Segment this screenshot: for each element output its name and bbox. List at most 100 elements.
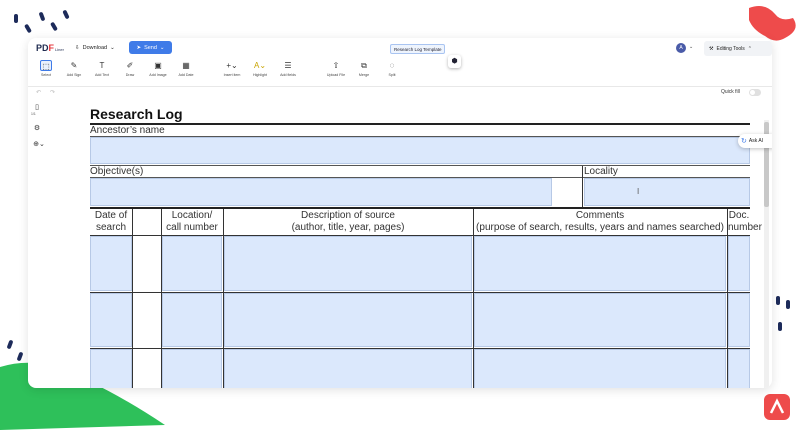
tool-merge[interactable]: ⧉ Merge [352,60,376,82]
tool-split[interactable]: ◌ Split [380,60,404,82]
draw-icon: ✐ [126,61,134,70]
tool-label: Add Image [149,73,167,77]
tool-upload-file[interactable]: ⇧ Upload File [324,60,348,82]
tool-label: Add Text [95,73,109,77]
tool-add-image[interactable]: ▣ Add Image [146,60,170,82]
send-button[interactable]: ➤ Send ⌄ [129,41,172,54]
document-title: Research Log [90,106,183,122]
logo-subtext: Liner [55,47,64,52]
divider [90,123,750,125]
image-icon: ▣ [154,61,162,70]
tool-select[interactable]: ⬚ Select [34,60,58,82]
locality-field[interactable] [584,178,750,206]
send-label: Send [144,44,157,51]
table-cell-description[interactable] [224,349,472,388]
decor-dash [6,339,14,350]
app-logo[interactable]: PDFLiner [36,43,64,53]
logo-text: PD [36,43,49,53]
editing-tools-button[interactable]: ⚒ Editing Tools ⌃ [704,41,772,56]
table-cell-description[interactable] [224,236,472,291]
tool-highlight[interactable]: A⌄ Highlight [248,60,272,82]
column-header-line: Comments [575,210,625,221]
merge-icon: ⧉ [361,61,367,70]
upload-icon: ⇧ [332,61,340,70]
assistant-icon[interactable]: ⬢ [448,55,461,68]
column-header-doc-number: Doc. number [728,210,762,234]
ai-icon: ↻ [741,138,747,145]
table-line [90,292,750,293]
table-cell-comments[interactable] [474,293,726,347]
locality-label: Locality [584,166,618,177]
download-button[interactable]: ⇩ Download ⌄ [70,41,120,54]
avatar[interactable]: A [676,43,686,53]
ask-ai-button[interactable]: ↻ Ask AI [738,134,772,148]
table-cell-location[interactable] [162,236,222,291]
table-cell-location[interactable] [162,293,222,347]
table-cell-doc-number[interactable] [728,349,750,388]
objective-field[interactable] [90,178,552,206]
page-counter: 1/1 [31,112,36,116]
column-header-line: (purpose of search, results, years and n… [476,222,724,233]
ancestor-name-field[interactable] [90,137,750,164]
zoom-icon[interactable]: ⊕⌄ [32,140,46,148]
table-line [90,235,750,236]
gear-icon[interactable]: ⚙ [32,124,42,132]
undo-icon[interactable]: ↶ [36,89,41,96]
column-header-line: Doc. [728,210,750,221]
column-header-description: Description of source (author, title, ye… [224,210,472,234]
table-cell-date[interactable] [90,349,132,388]
tool-label: Merge [358,73,370,77]
ancestor-label: Ancestor’s name [90,125,165,136]
scrollbar[interactable] [764,120,769,388]
select-icon: ⬚ [40,60,52,71]
text-icon: T [99,61,105,70]
column-header-line: Date of [94,210,128,221]
table-line [473,209,474,388]
decor-dash [24,23,32,34]
decor-dash [778,322,782,331]
redo-icon[interactable]: ↷ [50,89,55,96]
divider [90,207,750,209]
objective-label: Objective(s) [90,166,144,177]
editing-tools-label: Editing Tools [716,45,745,52]
table-cell-comments[interactable] [474,349,726,388]
table-line [223,209,224,388]
column-header-line: Description of source [301,210,395,221]
tool-add-text[interactable]: T Add Text [90,60,114,82]
table-cell-description[interactable] [224,293,472,347]
fields-icon: ☰ [284,61,292,70]
column-header-location: Location/ call number [162,210,222,234]
ask-ai-label: Ask AI [748,138,764,144]
quick-fill-toggle[interactable] [749,89,761,96]
decor-dash [38,11,46,22]
pages-icon[interactable]: ▯ [32,103,42,111]
table-cell-date[interactable] [90,236,132,291]
decor-dash [50,21,58,32]
chevron-down-icon: ⌄ [110,44,115,51]
tool-draw[interactable]: ✐ Draw [118,60,142,82]
divider [90,165,750,166]
tools-icon: ⚒ [709,45,714,52]
tool-label: Insert item [223,73,241,77]
text-cursor-icon: I [637,187,640,196]
table-cell-location[interactable] [162,349,222,388]
chevron-down-icon[interactable]: ⌄ [689,44,693,50]
document-name[interactable]: Research Log Template [390,44,446,54]
table-cell-date[interactable] [90,293,132,347]
column-header-date: Date of search [90,210,132,234]
tool-add-fields[interactable]: ☰ Add fields [276,60,300,82]
tool-label: Upload File [326,73,346,77]
column-header-line: search [95,222,126,233]
decor-dash [776,296,780,305]
tool-insert-item[interactable]: +⌄ Insert item [220,60,244,82]
table-cell-doc-number[interactable] [728,236,750,291]
tool-add-sign[interactable]: ✎ Add Sign [62,60,86,82]
tool-label: Add fields [280,73,296,77]
tool-add-date[interactable]: ▦ Add Date [174,60,198,82]
table-cell-comments[interactable] [474,236,726,291]
app-window: PDFLiner ⇩ Download ⌄ ➤ Send ⌄ Research … [28,38,772,388]
quick-fill-label: Quick fill [721,89,740,95]
sub-toolbar: ↶ ↷ Quick fill [28,86,772,98]
table-cell-doc-number[interactable] [728,293,750,347]
tool-label: Split [388,73,396,77]
